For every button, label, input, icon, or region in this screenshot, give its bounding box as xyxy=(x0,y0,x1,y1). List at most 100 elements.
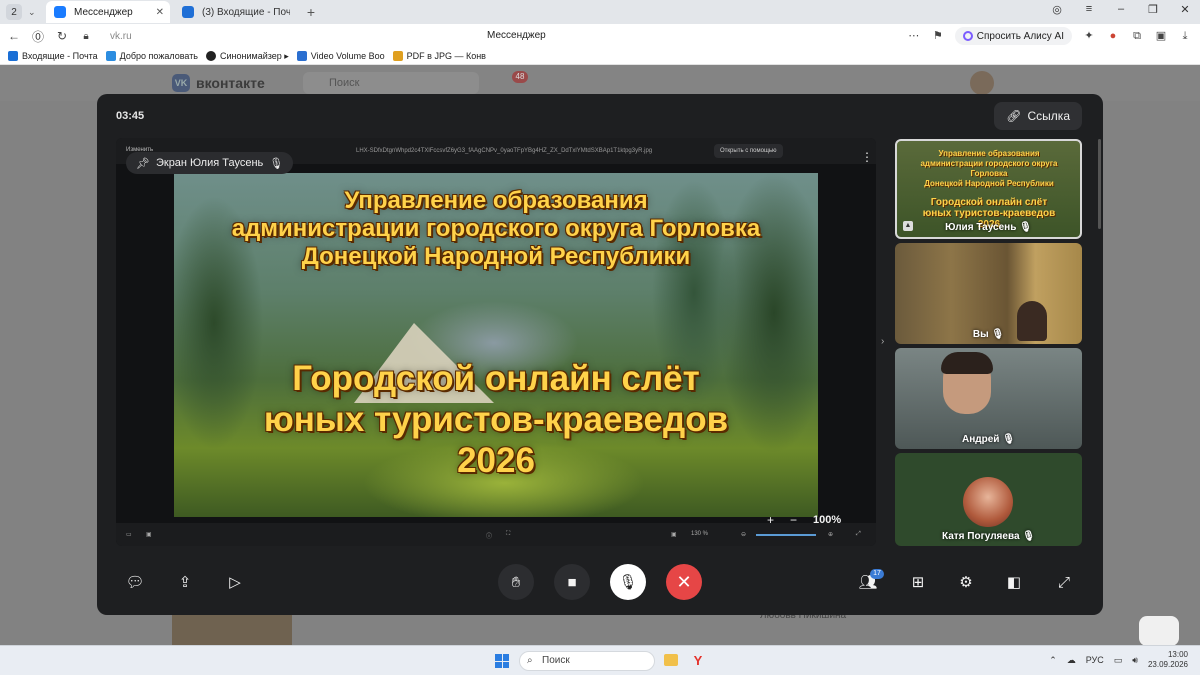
share-screen-icon[interactable]: ⇪ xyxy=(167,564,203,600)
download-icon[interactable]: ⤓ xyxy=(1178,29,1192,43)
zoom-slider[interactable] xyxy=(756,534,816,536)
slide-line: администрации городского округа Горловка xyxy=(231,215,761,242)
url-text[interactable]: vk.ru xyxy=(110,31,132,42)
lock-icon[interactable]: 🔒︎ xyxy=(76,31,96,42)
chevron-up-icon[interactable]: ⌃ xyxy=(1049,655,1057,666)
fit-icon[interactable]: ▣ xyxy=(671,531,677,538)
volume-icon[interactable]: 🔊︎ xyxy=(1132,655,1138,666)
menu-icon[interactable]: ≡ xyxy=(1082,3,1096,16)
name-text: Вы xyxy=(972,329,989,340)
restore-icon[interactable]: ❐ xyxy=(1146,3,1160,16)
microphone-muted-button[interactable]: 🎙︎ xyxy=(610,564,646,600)
tab-messenger[interactable]: Мессенджер ✕ xyxy=(46,1,170,23)
alice-ai-button[interactable]: Спросить Алису AI xyxy=(954,27,1072,45)
panel-icon[interactable]: ▭ xyxy=(126,531,132,538)
back-arrow-icon[interactable]: ← xyxy=(4,29,24,43)
bookmark-item[interactable]: Синонимайзер ▸ xyxy=(206,51,289,62)
display-icon[interactable]: ▭ xyxy=(1114,655,1123,666)
notification-badge: 48 xyxy=(512,71,528,83)
raise-hand-button[interactable]: ✋︎ xyxy=(498,564,534,600)
minimize-icon[interactable]: – xyxy=(1114,3,1128,16)
chat-bubble-button[interactable] xyxy=(1139,616,1179,646)
post-image xyxy=(172,610,292,645)
grid-layout-icon[interactable]: ⊞ xyxy=(900,564,936,600)
close-window-icon[interactable]: ✕ xyxy=(1178,3,1192,16)
page-title: Мессенджер xyxy=(487,30,546,41)
participants-scrollbar[interactable] xyxy=(1098,139,1101,229)
info-icon[interactable]: ⓘ xyxy=(486,531,492,540)
reload-icon[interactable]: ↻ xyxy=(52,29,72,43)
participant-name: Юлия Таусень 🎙︎ xyxy=(897,222,1080,233)
shield-lock-icon[interactable]: ⓪ xyxy=(28,28,48,45)
bookmark-item[interactable]: Video Volume Boo xyxy=(296,51,385,61)
chevron-down-icon[interactable]: ⌄ xyxy=(28,7,42,18)
zoom-in-icon[interactable]: ⊕ xyxy=(828,531,833,538)
broadcast-icon[interactable]: ▷ xyxy=(217,564,253,600)
clock-date: 23.09.2026 xyxy=(1147,660,1188,669)
bookmark-item[interactable]: Входящие - Почта xyxy=(8,51,98,61)
link-button[interactable]: 🔗︎ Ссылка xyxy=(994,102,1082,130)
open-with-button[interactable]: Открыть с помощью xyxy=(714,144,783,158)
participant-name: Катя Погуляева 🎙︎ xyxy=(895,531,1082,542)
zoom-in-button[interactable]: + xyxy=(767,513,774,527)
mic-muted-icon: 🎙︎ xyxy=(1022,531,1035,542)
layout-icon[interactable]: ◧ xyxy=(996,564,1032,600)
zoom-out-icon[interactable]: ⊖ xyxy=(741,531,746,538)
bookmark-icon[interactable]: ⚑ xyxy=(931,29,945,43)
video-call-window: 03:45 🔗︎ Ссылка Изменить LHX-SDfxDtgnWhp… xyxy=(97,94,1103,615)
more-dots-icon[interactable]: ⋯ xyxy=(907,29,921,43)
file-explorer-icon[interactable] xyxy=(664,654,678,666)
new-tab-plus-icon[interactable]: + xyxy=(302,4,320,20)
vk-logo[interactable]: VK вконтакте xyxy=(172,74,265,92)
yandex-browser-icon[interactable]: Y xyxy=(691,653,705,669)
vk-search-input[interactable]: Поиск xyxy=(303,72,479,94)
window-controls: ◎ ≡ – ❐ ✕ xyxy=(1050,3,1192,16)
file-name: LHX-SDfxDtgnWhpd2c4TXlFccsvfZ6yG3_fAAgCN… xyxy=(356,148,653,154)
fullscreen-expand-icon[interactable]: ⤢ xyxy=(1046,564,1082,600)
cloud-icon[interactable]: ☁ xyxy=(1067,655,1076,666)
avatar[interactable] xyxy=(970,71,994,95)
tab-count-badge[interactable]: 2 xyxy=(6,4,22,20)
bookmark-label: Video Volume Boo xyxy=(310,51,385,61)
bookmark-label: Добро пожаловать xyxy=(119,51,198,61)
slide-line: юных туристов-краеведов xyxy=(263,400,729,439)
close-icon[interactable]: ✕ xyxy=(156,7,164,18)
screen-share-stage[interactable]: Изменить LHX-SDfxDtgnWhpd2c4TXlFccsvfZ6y… xyxy=(116,138,876,546)
chat-icon[interactable]: 💬︎ xyxy=(117,564,153,600)
tab-mail[interactable]: (3) Входящие - Почта Ма xyxy=(174,1,298,23)
alice-label: Спросить Алису AI xyxy=(976,30,1064,42)
pin-icon: 📌︎ xyxy=(136,157,150,170)
tools-icon[interactable]: ✦ xyxy=(1082,29,1096,43)
settings-gear-icon[interactable]: ⚙ xyxy=(948,564,984,600)
collections-icon[interactable]: ▣ xyxy=(1154,29,1168,43)
shield-icon[interactable]: ◎ xyxy=(1050,3,1064,16)
puzzle-icon[interactable]: ⧉ xyxy=(1130,29,1144,43)
name-text: Андрей xyxy=(962,434,1000,445)
preview-icon[interactable]: ▣ xyxy=(146,531,152,538)
camera-button[interactable]: ■ xyxy=(554,564,590,600)
chevron-right-icon[interactable]: › xyxy=(881,336,884,347)
thumb-line: юных туристов-краеведов xyxy=(922,208,1056,219)
zoom-out-button[interactable]: − xyxy=(790,513,797,527)
vk-logo-icon: VK xyxy=(172,74,190,92)
language-indicator[interactable]: РУС xyxy=(1086,655,1104,665)
system-tray: ⌃ ☁ РУС ▭ 🔊︎ 13:00 23.09.2026 xyxy=(1049,650,1188,670)
participant-tile-andrey[interactable]: Андрей 🎙︎ xyxy=(895,348,1082,449)
more-vertical-icon[interactable]: ⋮ xyxy=(861,150,873,164)
clock[interactable]: 13:00 23.09.2026 xyxy=(1148,650,1188,670)
thumb-line: Городской онлайн слёт xyxy=(930,197,1048,208)
crop-icon[interactable]: ⛶ xyxy=(506,531,510,538)
windows-start-icon[interactable] xyxy=(495,654,509,668)
slide-line: 2026 xyxy=(457,441,535,480)
taskbar-search-input[interactable]: ⌕ Поиск xyxy=(519,651,655,671)
participant-tile-self[interactable]: Вы 🎙︎ xyxy=(895,243,1082,344)
fullscreen-icon[interactable]: ⤢ xyxy=(856,531,861,538)
extension-red-icon[interactable]: ● xyxy=(1106,29,1120,43)
pdf-icon xyxy=(392,51,403,61)
participant-tile-screen[interactable]: Управление образования администрации гор… xyxy=(895,139,1082,239)
bookmarks-bar: Входящие - Почта Добро пожаловать Синони… xyxy=(0,48,1200,65)
bookmark-item[interactable]: Добро пожаловать xyxy=(105,51,198,61)
bookmark-item[interactable]: PDF в JPG — Конв xyxy=(392,51,486,61)
end-call-button[interactable]: ✕ xyxy=(666,564,702,600)
participant-tile-katya[interactable]: Катя Погуляева 🎙︎ xyxy=(895,453,1082,546)
